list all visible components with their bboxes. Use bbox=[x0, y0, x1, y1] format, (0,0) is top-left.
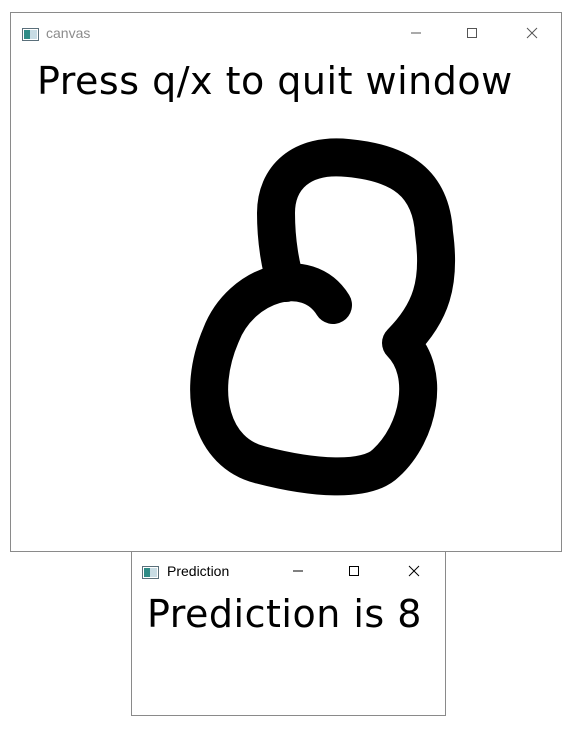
handwritten-digit-drawing bbox=[190, 138, 456, 496]
window-title: canvas bbox=[46, 25, 91, 41]
prediction-window: Prediction Prediction is 8 bbox=[131, 551, 446, 716]
drawing-canvas[interactable]: Press q/x to quit window bbox=[11, 43, 561, 551]
prediction-result-text: Prediction is 8 bbox=[147, 592, 422, 636]
maximize-icon bbox=[349, 566, 359, 576]
minimize-icon bbox=[411, 32, 421, 34]
maximize-icon bbox=[467, 28, 477, 38]
prediction-display: Prediction is 8 bbox=[132, 582, 445, 715]
app-icon bbox=[22, 26, 39, 41]
quit-instructions-text: Press q/x to quit window bbox=[37, 59, 513, 103]
window-title: Prediction bbox=[167, 563, 230, 579]
app-icon bbox=[142, 564, 159, 579]
close-icon bbox=[408, 565, 420, 577]
canvas-titlebar[interactable]: canvas bbox=[11, 13, 561, 43]
minimize-icon bbox=[293, 570, 303, 572]
prediction-titlebar[interactable]: Prediction bbox=[132, 552, 445, 582]
close-icon bbox=[526, 27, 538, 39]
canvas-window: canvas Press q/x to quit window bbox=[10, 12, 562, 552]
